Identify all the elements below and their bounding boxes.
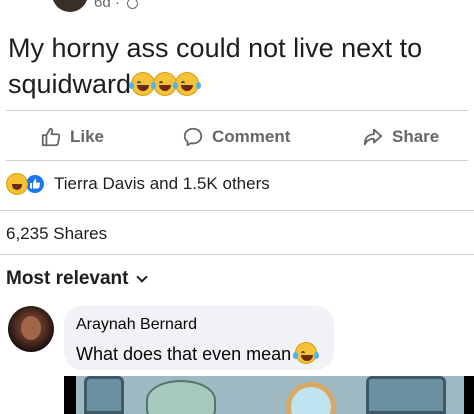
comment-text-body: What does that even mean xyxy=(76,344,292,364)
post-actions-bar: Like Comment Share xyxy=(0,120,474,154)
divider xyxy=(0,254,474,255)
post-meta: 6d · xyxy=(94,0,139,11)
divider xyxy=(6,160,468,161)
comment-button[interactable]: Comment xyxy=(182,120,290,154)
image-squidward-head xyxy=(146,380,216,414)
squidward-house-image xyxy=(76,376,464,414)
commenter-avatar[interactable] xyxy=(8,306,54,352)
globe-icon xyxy=(127,0,139,9)
image-window xyxy=(366,376,446,414)
haha-reaction-icon xyxy=(6,173,28,195)
divider xyxy=(0,210,474,211)
post-text-body: My horny ass could not live next to squi… xyxy=(8,33,423,99)
share-icon xyxy=(363,128,383,146)
post-text: My horny ass could not live next to squi… xyxy=(8,30,468,102)
comment-label: Comment xyxy=(212,127,291,146)
comment-icon xyxy=(183,127,203,147)
comment-sort-dropdown[interactable]: Most relevant xyxy=(6,268,149,290)
reactions-names[interactable]: Tierra Davis and 1.5K others xyxy=(54,174,270,194)
post-time[interactable]: 6d xyxy=(94,0,111,11)
reactions-summary[interactable]: Tierra Davis and 1.5K others xyxy=(6,170,270,198)
comment-text: What does that even mean xyxy=(76,342,320,365)
comment-author[interactable]: Araynah Bernard xyxy=(76,316,197,334)
like-label: Like xyxy=(70,127,105,146)
comment-image[interactable] xyxy=(64,376,474,414)
poster-avatar[interactable] xyxy=(52,0,88,12)
sort-label: Most relevant xyxy=(6,268,129,289)
laughing-crying-emoji xyxy=(173,72,202,96)
chevron-down-icon xyxy=(136,271,149,283)
divider xyxy=(6,110,468,111)
like-icon xyxy=(41,127,61,147)
like-button[interactable]: Like xyxy=(40,120,104,154)
laughing-crying-emoji xyxy=(293,342,320,364)
share-label: Share xyxy=(392,127,440,146)
shares-count[interactable]: 6,235 Shares xyxy=(6,224,107,244)
comment-bubble: Araynah Bernard What does that even mean xyxy=(64,306,334,370)
image-porthole-door xyxy=(286,382,336,414)
share-button[interactable]: Share xyxy=(362,120,439,154)
post-header: 6d · xyxy=(0,0,474,14)
image-window xyxy=(84,376,124,414)
